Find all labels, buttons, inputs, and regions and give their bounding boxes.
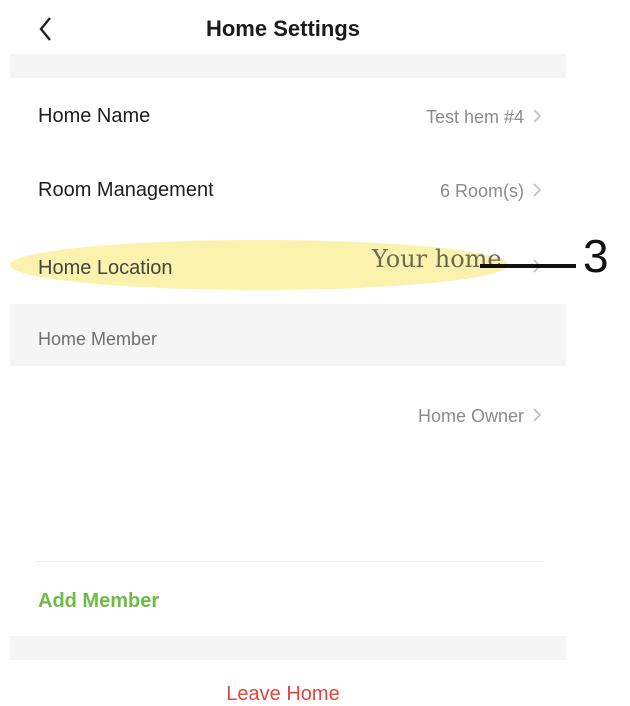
room-management-value: 6 Room(s) — [439, 181, 524, 201]
annotation-number: 3 — [583, 230, 609, 282]
leave-home-button[interactable]: Leave Home — [0, 683, 566, 706]
member-role: Home Owner — [417, 406, 524, 426]
annotation-line — [480, 264, 576, 268]
room-management-label: Room Management — [38, 179, 214, 201]
add-member-button[interactable]: Add Member — [38, 590, 159, 613]
chevron-right-icon — [532, 182, 542, 198]
section-spacer — [10, 54, 566, 78]
section-spacer — [10, 636, 566, 660]
annotation-text: Your home — [372, 245, 502, 273]
home-name-value: Test hem #4 — [425, 107, 524, 127]
divider — [36, 561, 544, 562]
home-name-label: Home Name — [38, 105, 151, 127]
home-member-header: Home Member — [38, 329, 158, 349]
home-location-label: Home Location — [38, 257, 173, 279]
chevron-right-icon — [532, 407, 542, 423]
chevron-right-icon — [532, 108, 542, 124]
page-title: Home Settings — [205, 16, 361, 41]
